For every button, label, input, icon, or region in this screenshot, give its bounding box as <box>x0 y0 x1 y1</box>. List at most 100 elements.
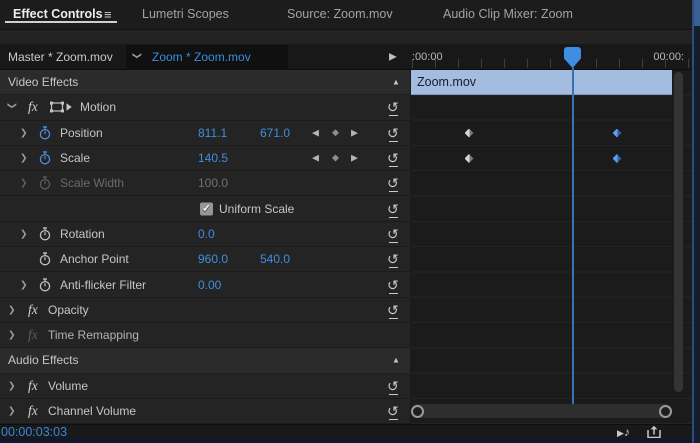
row-volume[interactable]: ❯ fx Volume ↺ <box>0 374 410 399</box>
reset-volume-icon[interactable]: ↺ <box>387 379 399 393</box>
panel-menu-icon[interactable]: ≡ <box>104 7 112 22</box>
chevron-collapsed-icon[interactable]: ❯ <box>20 178 28 189</box>
stopwatch-keyframe-icon[interactable] <box>38 151 52 165</box>
reset-anti-flicker-icon[interactable]: ↺ <box>387 278 399 292</box>
stopwatch-keyframe-icon[interactable] <box>38 227 52 241</box>
chevron-collapsed-icon[interactable]: ❯ <box>8 380 16 391</box>
reset-scale-width-icon[interactable]: ↺ <box>387 176 399 190</box>
anti-flicker-label[interactable]: Anti-flicker Filter <box>60 278 146 292</box>
rotation-value[interactable]: 0.0 <box>198 227 215 241</box>
adjacent-panel-edge <box>692 0 700 443</box>
chevron-collapsed-icon[interactable]: ❯ <box>8 330 16 341</box>
next-keyframe-icon[interactable]: ▶ <box>351 153 358 164</box>
fx-toggle-icon[interactable]: fx <box>28 99 38 115</box>
anchor-point-x-value[interactable]: 960.0 <box>198 252 228 266</box>
row-position[interactable]: ❯ Position 811.1 671.0 ◀ ▶ ↺ <box>0 121 410 146</box>
zoom-scrollbar-right-handle[interactable] <box>659 405 672 418</box>
row-scale[interactable]: ❯ Scale 140.5 ◀ ▶ ↺ <box>0 146 410 171</box>
stopwatch-keyframe-icon[interactable] <box>38 126 52 140</box>
timeline-zoom-scrollbar[interactable] <box>411 404 672 418</box>
uniform-scale-label: Uniform Scale <box>219 202 294 216</box>
fx-toggle-icon[interactable]: fx <box>28 378 38 394</box>
uniform-scale-checkbox[interactable]: ✓ <box>200 202 213 215</box>
row-rotation[interactable]: ❯ Rotation 0.0 ↺ <box>0 222 410 247</box>
tab-source[interactable]: Source: Zoom.mov <box>287 7 393 21</box>
check-icon: ✓ <box>202 203 210 214</box>
fx-toggle-icon[interactable]: fx <box>28 403 38 419</box>
row-opacity[interactable]: ❯ fx Opacity ↺ <box>0 298 410 323</box>
add-keyframe-icon[interactable] <box>332 129 339 136</box>
position-x-value[interactable]: 811.1 <box>198 126 227 140</box>
next-keyframe-icon[interactable]: ▶ <box>351 127 358 138</box>
collapse-section-icon[interactable]: ▲ <box>392 78 400 87</box>
chevron-collapsed-icon[interactable]: ❯ <box>8 304 16 315</box>
row-anchor-point[interactable]: Anchor Point 960.0 540.0 ↺ <box>0 247 410 272</box>
playhead-line <box>572 68 574 404</box>
row-uniform-scale[interactable]: ✓ Uniform Scale ↺ <box>0 196 410 221</box>
reset-uniform-scale-icon[interactable]: ↺ <box>387 202 399 216</box>
scale-width-label: Scale Width <box>60 176 124 190</box>
chevron-collapsed-icon[interactable]: ❯ <box>20 228 28 239</box>
row-scale-width[interactable]: ❯ Scale Width 100.0 ↺ <box>0 171 410 196</box>
position-y-value[interactable]: 671.0 <box>260 126 290 140</box>
tab-effect-controls[interactable]: Effect Controls <box>13 7 103 21</box>
row-video-effects-header[interactable]: Video Effects ▲ <box>0 70 410 95</box>
timeline-clip-bar[interactable]: Zoom.mov <box>411 70 672 95</box>
chevron-down-icon[interactable]: ❯ <box>131 51 142 59</box>
active-tab-underline <box>5 21 117 23</box>
export-icon[interactable] <box>646 425 662 439</box>
reset-scale-icon[interactable]: ↺ <box>387 151 399 165</box>
chevron-collapsed-icon[interactable]: ❯ <box>20 153 28 164</box>
play-audio-icon[interactable]: ▶♪ <box>617 425 630 439</box>
row-audio-effects-header[interactable]: Audio Effects ▲ <box>0 348 410 373</box>
ruler-ticks[interactable] <box>412 59 692 68</box>
panel-footer-bar: 00:00:03:03 ▶♪ <box>0 424 693 439</box>
keyframe-timeline-area[interactable] <box>410 70 692 424</box>
fx-toggle-icon[interactable]: fx <box>28 302 38 318</box>
add-keyframe-icon[interactable] <box>332 155 339 162</box>
tab-audio-clip-mixer[interactable]: Audio Clip Mixer: Zoom <box>443 7 573 21</box>
chevron-collapsed-icon[interactable]: ❯ <box>20 279 28 290</box>
tab-lumetri-scopes[interactable]: Lumetri Scopes <box>142 7 229 21</box>
panel-tab-bar: Effect Controls ≡ Lumetri Scopes Source:… <box>0 0 693 30</box>
current-timecode[interactable]: 00:00:03:03 <box>1 425 67 439</box>
row-time-remapping[interactable]: ❯ fx Time Remapping <box>0 323 410 348</box>
play-triangle-icon: ▶ <box>617 428 624 438</box>
reset-opacity-icon[interactable]: ↺ <box>387 303 399 317</box>
adjacent-panel-scroll-thumb[interactable] <box>694 0 700 26</box>
motion-label[interactable]: Motion <box>80 100 116 114</box>
time-remapping-label[interactable]: Time Remapping <box>48 328 139 342</box>
chevron-collapsed-icon[interactable]: ❯ <box>8 406 16 417</box>
prev-keyframe-icon[interactable]: ◀ <box>312 127 319 138</box>
anchor-point-y-value[interactable]: 540.0 <box>260 252 290 266</box>
position-label[interactable]: Position <box>60 126 103 140</box>
scale-value[interactable]: 140.5 <box>198 151 228 165</box>
row-channel-volume[interactable]: ❯ fx Channel Volume ↺ <box>0 399 410 424</box>
volume-label[interactable]: Volume <box>48 379 88 393</box>
timeline-vertical-scrollbar[interactable] <box>674 72 683 392</box>
stopwatch-keyframe-icon[interactable] <box>38 278 52 292</box>
reset-position-icon[interactable]: ↺ <box>387 126 399 140</box>
zoom-scrollbar-left-handle[interactable] <box>411 405 424 418</box>
reset-motion-icon[interactable]: ↺ <box>387 100 399 114</box>
row-anti-flicker[interactable]: ❯ Anti-flicker Filter 0.00 ↺ <box>0 272 410 297</box>
selected-clip-label[interactable]: Zoom * Zoom.mov <box>152 50 251 64</box>
timeline-clip-name: Zoom.mov <box>417 75 476 89</box>
chevron-collapsed-icon[interactable]: ❯ <box>20 127 28 138</box>
row-motion[interactable]: ❯ fx Motion ↺ <box>0 95 410 120</box>
master-clip-label[interactable]: Master * Zoom.mov <box>8 50 113 64</box>
anchor-point-label[interactable]: Anchor Point <box>60 252 129 266</box>
collapse-section-icon[interactable]: ▲ <box>392 356 400 365</box>
stopwatch-keyframe-icon[interactable] <box>38 252 52 266</box>
reset-rotation-icon[interactable]: ↺ <box>387 227 399 241</box>
rotation-label[interactable]: Rotation <box>60 227 105 241</box>
anti-flicker-value[interactable]: 0.00 <box>198 278 221 292</box>
channel-volume-label[interactable]: Channel Volume <box>48 404 136 418</box>
header-right-arrow-icon[interactable]: ▶ <box>389 51 397 62</box>
opacity-label[interactable]: Opacity <box>48 303 89 317</box>
scale-label[interactable]: Scale <box>60 151 90 165</box>
reset-channel-volume-icon[interactable]: ↺ <box>387 404 399 418</box>
prev-keyframe-icon[interactable]: ◀ <box>312 153 319 164</box>
reset-anchor-point-icon[interactable]: ↺ <box>387 252 399 266</box>
chevron-expanded-icon[interactable]: ❯ <box>6 102 17 110</box>
